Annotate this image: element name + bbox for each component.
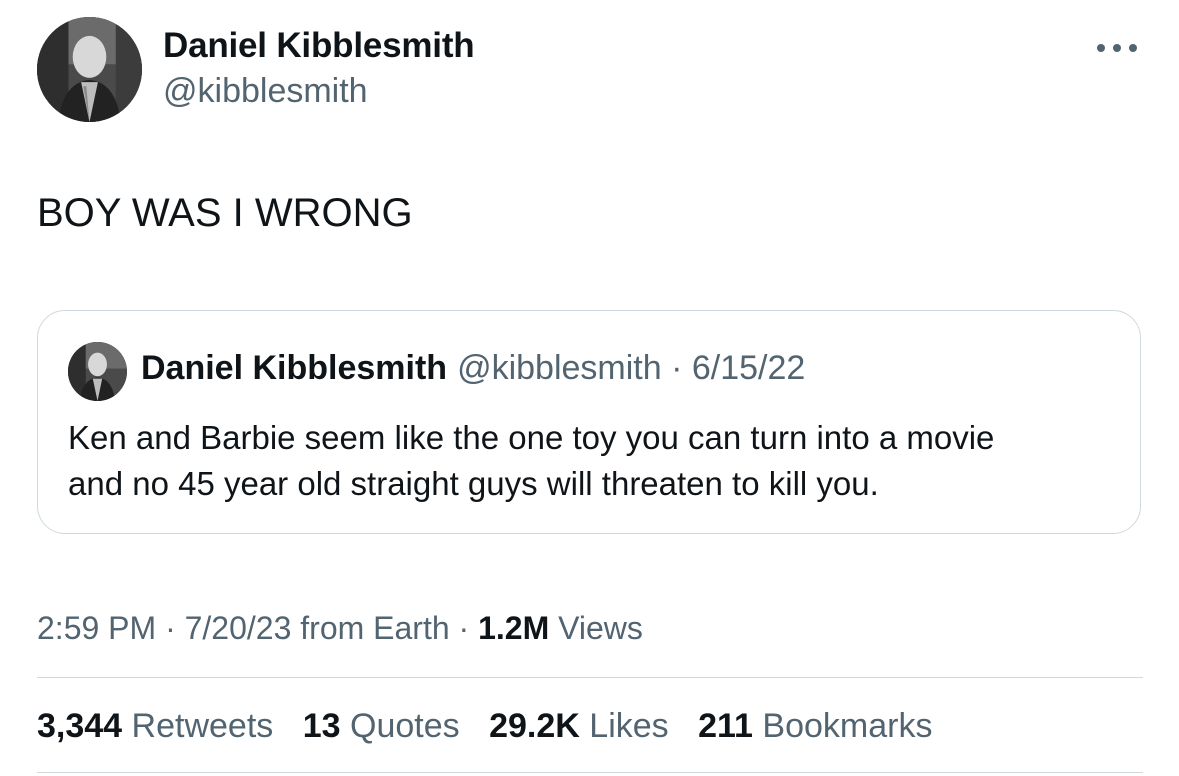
tweet-text: BOY WAS I WRONG — [37, 191, 413, 235]
quoted-handle-date: @kibblesmith · 6/15/22 — [457, 349, 806, 387]
views-count: 1.2M — [478, 610, 550, 646]
views-label: Views — [549, 610, 643, 646]
quoted-text-line: Ken and Barbie seem like the one toy you… — [68, 419, 995, 456]
tweet-timestamp: 2:59 PM · 7/20/23 from Earth · 1.2M View… — [37, 610, 643, 647]
quoted-tweet-header: Daniel Kibblesmith @kibblesmith · 6/15/22 — [141, 349, 805, 388]
avatar-photo — [68, 342, 127, 401]
author-name[interactable]: Daniel Kibblesmith — [163, 26, 475, 66]
quoted-text-line: and no 45 year old straight guys will th… — [68, 465, 879, 502]
stat-number: 211 — [698, 707, 753, 745]
quotes-stat[interactable]: 13 Quotes — [303, 707, 460, 746]
stat-number: 3,344 — [37, 707, 123, 745]
stat-label: Likes — [589, 707, 669, 745]
quoted-author-avatar — [68, 342, 127, 401]
quoted-tweet-card[interactable]: Daniel Kibblesmith @kibblesmith · 6/15/22… — [37, 310, 1141, 534]
stat-label: Retweets — [131, 707, 274, 745]
avatar-photo — [37, 17, 142, 122]
divider — [37, 677, 1143, 678]
stat-label: Quotes — [350, 707, 460, 745]
likes-stat[interactable]: 29.2K Likes — [489, 707, 669, 746]
retweets-stat[interactable]: 3,344 Retweets — [37, 707, 273, 746]
bookmarks-stat[interactable]: 211 Bookmarks — [698, 707, 932, 746]
engagement-stats: 3,344 Retweets 13 Quotes 29.2K Likes 211… — [37, 707, 952, 746]
author-avatar[interactable] — [37, 17, 142, 122]
stat-number: 13 — [302, 707, 341, 745]
timestamp-text: 2:59 PM · 7/20/23 from Earth · — [37, 610, 479, 646]
divider — [37, 772, 1143, 773]
stat-label: Bookmarks — [762, 707, 933, 745]
quoted-author-name: Daniel Kibblesmith — [141, 349, 448, 387]
stat-number: 29.2K — [489, 707, 580, 745]
quoted-tweet-text: Ken and Barbie seem like the one toy you… — [68, 415, 1128, 507]
author-handle[interactable]: @kibblesmith — [163, 72, 368, 111]
more-horizontal-icon[interactable] — [1095, 38, 1139, 58]
